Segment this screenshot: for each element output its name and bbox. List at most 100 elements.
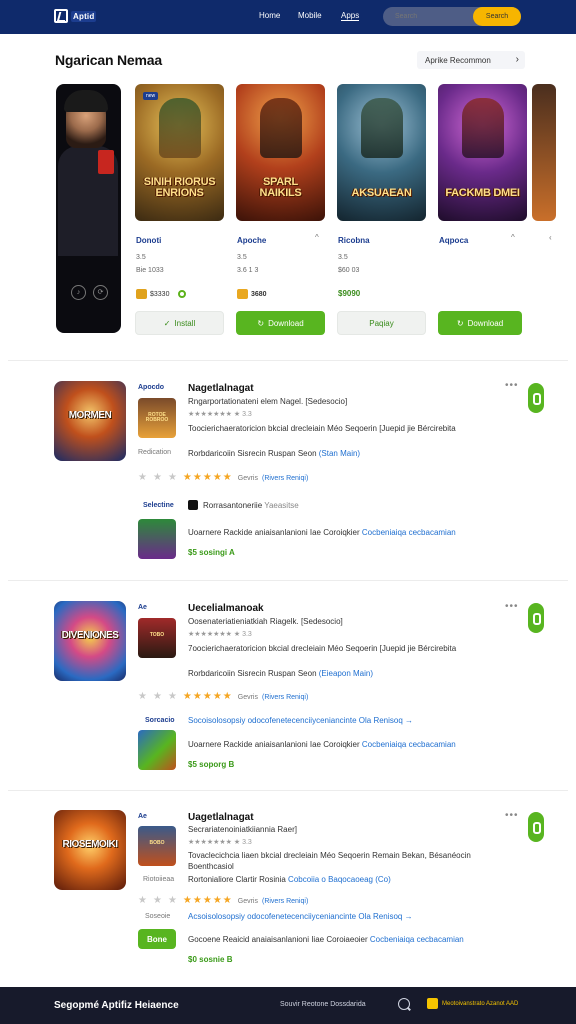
featured-card-poster[interactable]: AKSUAEAN [337, 84, 426, 221]
app-thumbnail[interactable]: ROTOE ROBROO [138, 398, 176, 438]
download-toggle[interactable] [528, 603, 544, 633]
app-meta: ★★★★★★★ ★ 3.3 [188, 631, 252, 638]
app-link-label[interactable]: Soseoie [145, 913, 170, 920]
chevron-left-icon[interactable]: ‹ [549, 233, 552, 242]
featured-card-poster[interactable]: FACKMB DMEI [438, 84, 527, 221]
search-button[interactable]: Search [473, 7, 521, 26]
rating-stars[interactable]: ★ ★ ★ ★ ★ ★ ★ ★ Gevris (Rivers Reniqi) [138, 692, 308, 702]
card-price: $9090 [338, 289, 361, 298]
check-icon: ✓ [163, 318, 171, 328]
download-icon: ↻ [257, 318, 265, 328]
download-button[interactable]: ↻ Download [438, 311, 522, 335]
footer-links[interactable]: Souvir Reotone Dossdarida [280, 1001, 366, 1008]
download-toggle[interactable] [528, 812, 544, 842]
app-icon[interactable]: RIOSEMOIKI [54, 810, 126, 890]
more-options-icon[interactable]: ••• [505, 810, 519, 821]
app-description: Rorbdaricoiin Sisrecin Ruspan Seon (Eiea… [188, 669, 373, 678]
app-thumbnail[interactable] [138, 519, 176, 559]
app-link[interactable]: Socoisolosopsiy odocofenetecenciiycenian… [188, 716, 413, 725]
app-label: Riotoiieaa [143, 876, 175, 883]
app-title[interactable]: Uagetlalnagat [188, 812, 254, 823]
nav-mobile[interactable]: Mobile [298, 11, 322, 20]
card-name[interactable]: Donoti [136, 236, 161, 245]
more-options-icon[interactable]: ••• [505, 601, 519, 612]
search-bar: Search [383, 7, 521, 26]
app-title[interactable]: Nagetlalnagat [188, 383, 254, 394]
nav-home[interactable]: Home [259, 11, 280, 20]
volume-icon[interactable]: ♪ [71, 285, 86, 300]
app-description: Toocierichaeratoricion bkcial drecleiain… [188, 424, 456, 433]
star-icon: ★ [192, 472, 202, 483]
app-link[interactable]: Acsoisolosopsiy odocofenetecenciiycenian… [188, 912, 413, 921]
card-name[interactable]: Apoche [237, 236, 266, 245]
app-thumbnail[interactable]: TOBO [138, 618, 176, 658]
star-icon: ★ [167, 895, 177, 906]
chevron-up-icon[interactable]: ^ [511, 233, 515, 242]
featured-section-title: Ngarican Nemaa [55, 52, 162, 68]
get-button[interactable]: Bone [138, 929, 176, 949]
card-downloads: Bie 1033 [136, 267, 164, 274]
app-subtitle: Secrariatenoiniatkiiannia Raer] [188, 825, 297, 834]
rating-stars[interactable]: ★ ★ ★ ★ ★ ★ ★ ★ Gevris (Rivers Reniqi) [138, 896, 308, 906]
rating-stars[interactable]: ★ ★ ★ ★ ★ ★ ★ ★ Gevris (Rivers Reniqi) [138, 473, 308, 483]
search-input[interactable] [383, 7, 483, 26]
app-tag: Ae [138, 604, 147, 611]
card-name[interactable]: Aqpoca [439, 236, 468, 245]
app-tag: Apocdo [138, 384, 165, 391]
chevron-up-icon[interactable]: ^ [315, 233, 319, 242]
view-all-button[interactable]: Aprike Recommon › [417, 51, 525, 69]
card-price: $3330 [150, 290, 170, 298]
download-button[interactable]: ↻ Download [236, 311, 325, 335]
publisher[interactable]: Rorrasantoneriie Yaeasitse [203, 501, 299, 510]
chevron-right-icon: › [515, 54, 519, 65]
app-description: Rorbdaricoiin Sisrecin Ruspan Seon (Stan… [188, 449, 361, 458]
view-all-label: Aprike Recommon [425, 55, 491, 65]
star-icon: ★ [222, 895, 232, 906]
card-downloads: 3.6 1 3 [237, 267, 259, 274]
install-button[interactable]: ✓ Install [135, 311, 224, 335]
app-thumbnail[interactable] [138, 730, 176, 770]
app-title[interactable]: Uecelialmanoak [188, 603, 264, 614]
star-icon: ★ [152, 895, 162, 906]
divider [8, 580, 568, 581]
featured-card-poster[interactable] [532, 84, 556, 221]
nav-apps[interactable]: Apps [341, 11, 360, 21]
star-icon: ★ [212, 472, 222, 483]
app-thumbnail[interactable]: BOBO [138, 826, 176, 866]
star-icon: ★ [212, 691, 222, 702]
search-icon[interactable] [398, 998, 410, 1010]
more-options-icon[interactable]: ••• [505, 380, 519, 391]
app-icon[interactable]: DIVENIONES [54, 601, 126, 681]
card-name[interactable]: Ricobna [338, 236, 370, 245]
play-button[interactable]: Paqiay [337, 311, 426, 335]
app-description: 7oocierichaeratoricion bkcial drecleiain… [188, 644, 457, 653]
top-navigation-bar: Aptid Home Mobile Apps Search [0, 0, 576, 34]
app-meta: ★★★★★★★ ★ 3.3 [188, 839, 252, 846]
card-price-row: 3680 [237, 289, 267, 299]
card-price-row: $3330 [136, 289, 187, 299]
featured-card-poster[interactable]: SPARL NAIKILS [236, 84, 325, 221]
app-meta: ★★★★★★★ ★ 3.3 [188, 411, 252, 418]
app-price: $0 sosnie B [188, 955, 233, 964]
star-icon: ★ [202, 895, 212, 906]
featured-card-poster[interactable]: new SINIH RIORUS ENRIONS [135, 84, 224, 221]
download-toggle[interactable] [528, 383, 544, 413]
app-description: Uoarnere Rackide aniaisanlanioni Iae Cor… [188, 528, 456, 537]
logo[interactable]: Aptid [54, 7, 100, 25]
app-link-label[interactable]: Selectine [143, 502, 174, 509]
card-rating: 3.5 [338, 254, 348, 261]
app-description: Boenthcasiol [188, 862, 234, 871]
app-price: $5 sosingi A [188, 548, 235, 557]
star-icon: ★ [192, 691, 202, 702]
featured-side-banner[interactable]: ♪ ⟳ [56, 84, 121, 333]
star-icon: ★ [212, 895, 222, 906]
share-icon[interactable]: ⟳ [93, 285, 108, 300]
star-icon: ★ [138, 895, 147, 906]
app-link-label[interactable]: Sorcacio [145, 717, 175, 724]
footer-brand[interactable]: Segopmé Aptifiz Heiaence [54, 1000, 179, 1011]
app-icon[interactable]: MORMEN [54, 381, 126, 461]
poster-title: SINIH RIORUS ENRIONS [143, 176, 216, 199]
app-label: Redication [138, 449, 172, 456]
footer-right-text[interactable]: Meotoivanstrato Azanot AAD [442, 1001, 518, 1007]
card-price: 3680 [251, 290, 267, 298]
